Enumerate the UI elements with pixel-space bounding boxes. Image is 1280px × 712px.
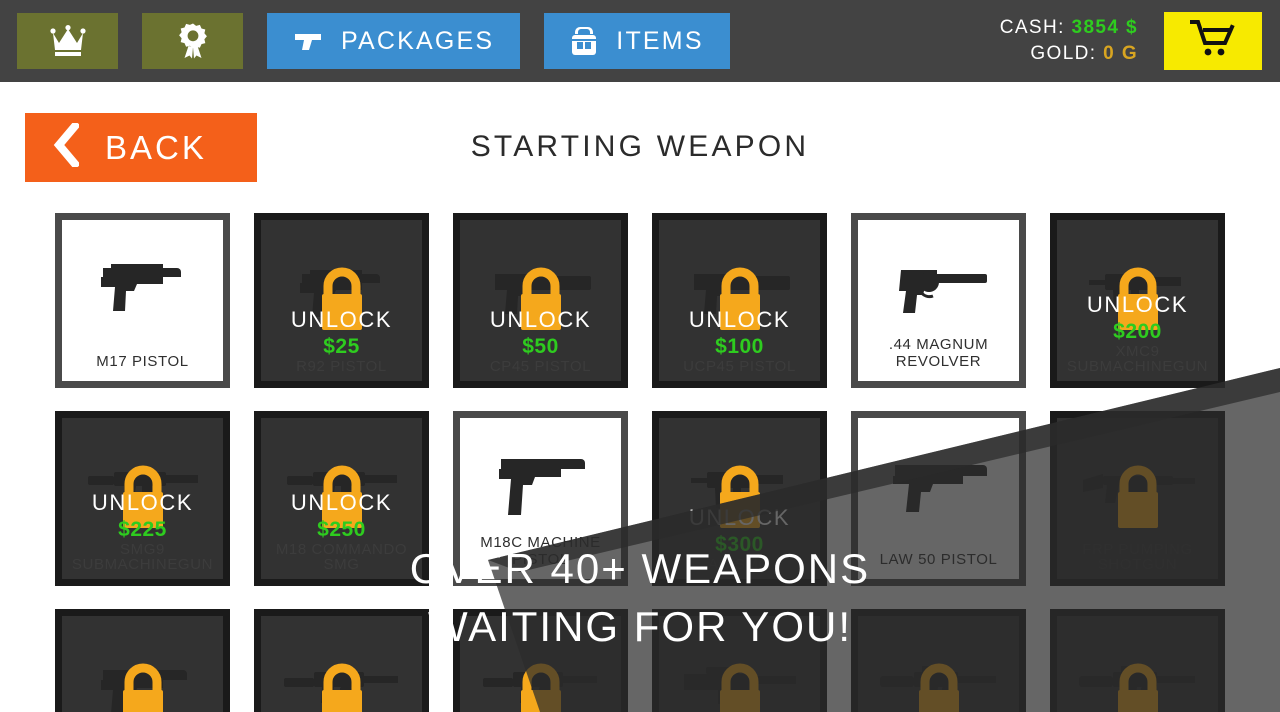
unlock-label: UNLOCK [1086, 291, 1189, 317]
unlock-price: $25 [323, 335, 360, 359]
weapon-card[interactable]: UNLOCK $250 M18 COMMANDO SMG [254, 411, 429, 586]
weapon-name: CP45 PISTOL [489, 358, 592, 376]
weapon-card[interactable]: M18C MACHINE PISTOL [453, 411, 628, 586]
unlock-price: $300 [715, 533, 764, 557]
weapon-card[interactable]: .44 MAGNUM REVOLVER [851, 213, 1026, 388]
padlock-icon [512, 662, 570, 712]
padlock-icon [711, 662, 769, 712]
crown-icon [49, 25, 86, 57]
weapon-card-text: M17 PISTOL [62, 353, 223, 381]
weapon-card[interactable]: UNLOCK $200 XMC9 SUBMACHINEGUN [1050, 213, 1225, 388]
achievements-button[interactable] [142, 13, 243, 69]
unlock-label: UNLOCK [91, 489, 194, 515]
padlock-icon [313, 662, 371, 712]
weapon-name: SMG9 SUBMACHINEGUN [71, 540, 214, 574]
weapon-card-text: UNLOCK $100 UCP45 PISTOL [659, 309, 820, 381]
weapon-card-text: UNLOCK $300 AC SMG [659, 507, 820, 579]
top-bar: PACKAGES ITEMS CASH: 3854 $ GOLD: 0 G [0, 0, 1280, 82]
cash-value: 3854 $ [1071, 17, 1138, 38]
award-ribbon-icon [178, 23, 208, 59]
cash-label: CASH: [999, 17, 1065, 38]
items-button[interactable]: ITEMS [544, 13, 730, 69]
items-label: ITEMS [616, 26, 704, 55]
weapon-card[interactable]: LAW 50 PISTOL [851, 411, 1026, 586]
padlock-icon [910, 662, 968, 712]
shop-cart-button[interactable] [1164, 12, 1262, 70]
weapon-name: UCP45 PISTOL [683, 358, 796, 376]
weapon-card[interactable] [1050, 609, 1225, 712]
weapon-card-text: UNLOCK $25 R92 PISTOL [261, 309, 422, 381]
unlock-label: UNLOCK [290, 489, 393, 515]
weapon-card[interactable]: FRP PUMPING SHOTGUN [1050, 411, 1225, 586]
weapon-name: FRP PUMPING SHOTGUN [1082, 540, 1193, 574]
weapon-card[interactable] [851, 609, 1026, 712]
weapon-name: M18C MACHINE PISTOL [480, 533, 601, 569]
weapon-card[interactable]: M17 PISTOL [55, 213, 230, 388]
page-title: STARTING WEAPON [470, 130, 810, 163]
backpack-icon [570, 25, 598, 57]
unlock-label: UNLOCK [290, 307, 393, 333]
weapon-card-text: FRP PUMPING SHOTGUN [1057, 540, 1218, 580]
gold-value: 0 G [1103, 43, 1138, 64]
weapon-name: R92 PISTOL [296, 358, 387, 376]
weapon-name: XMC9 SUBMACHINEGUN [1066, 342, 1209, 376]
weapon-name: M17 PISTOL [96, 353, 189, 371]
unlock-price: $100 [715, 335, 764, 359]
gold-label: GOLD: [1030, 43, 1097, 64]
unlock-price: $50 [522, 335, 559, 359]
weapon-shop-screen: PACKAGES ITEMS CASH: 3854 $ GOLD: 0 G BA… [0, 0, 1280, 712]
weapon-card-text: UNLOCK $200 XMC9 SUBMACHINEGUN [1057, 291, 1218, 382]
unlock-price: $250 [317, 517, 366, 541]
weapon-card[interactable]: UNLOCK $225 SMG9 SUBMACHINEGUN [55, 411, 230, 586]
unlock-price: $225 [118, 517, 167, 541]
weapon-card[interactable]: UNLOCK $300 AC SMG [652, 411, 827, 586]
unlock-price: $200 [1113, 319, 1162, 343]
gold-line: GOLD: 0 G [1030, 43, 1138, 65]
weapon-card[interactable]: UNLOCK $100 UCP45 PISTOL [652, 213, 827, 388]
weapon-name: AC SMG [708, 556, 771, 574]
weapon-card[interactable] [254, 609, 429, 712]
weapon-card-text: UNLOCK $50 CP45 PISTOL [460, 309, 621, 381]
weapon-card-text: UNLOCK $250 M18 COMMANDO SMG [261, 489, 422, 580]
unlock-label: UNLOCK [489, 307, 592, 333]
cash-line: CASH: 3854 $ [1000, 17, 1138, 39]
weapon-card-text: UNLOCK $225 SMG9 SUBMACHINEGUN [62, 489, 223, 580]
padlock-icon [1109, 662, 1167, 712]
weapon-name: M18 COMMANDO SMG [275, 540, 408, 574]
currency-display: CASH: 3854 $ GOLD: 0 G [1000, 17, 1138, 65]
packages-button[interactable]: PACKAGES [267, 13, 521, 69]
weapon-name: .44 MAGNUM REVOLVER [888, 335, 989, 371]
weapon-card-text: M18C MACHINE PISTOL [460, 534, 621, 579]
pistol-icon [293, 30, 323, 52]
shopping-cart-icon [1189, 19, 1236, 64]
padlock-icon [114, 662, 172, 712]
weapon-name: LAW 50 PISTOL [879, 551, 998, 569]
weapon-grid: M17 PISTOL UNLOCK $25 R92 PISTOL UNLOCK $50… [55, 213, 1225, 712]
unlock-label: UNLOCK [688, 307, 791, 333]
weapon-card[interactable] [55, 609, 230, 712]
unlock-label: UNLOCK [688, 505, 791, 531]
weapon-card-text: LAW 50 PISTOL [858, 551, 1019, 579]
weapon-card[interactable] [453, 609, 628, 712]
padlock-icon [1109, 464, 1167, 537]
crown-button[interactable] [17, 13, 118, 69]
weapon-card-text: .44 MAGNUM REVOLVER [858, 336, 1019, 381]
packages-label: PACKAGES [341, 26, 495, 55]
weapon-card[interactable]: UNLOCK $25 R92 PISTOL [254, 213, 429, 388]
weapon-card[interactable] [652, 609, 827, 712]
weapon-card[interactable]: UNLOCK $50 CP45 PISTOL [453, 213, 628, 388]
